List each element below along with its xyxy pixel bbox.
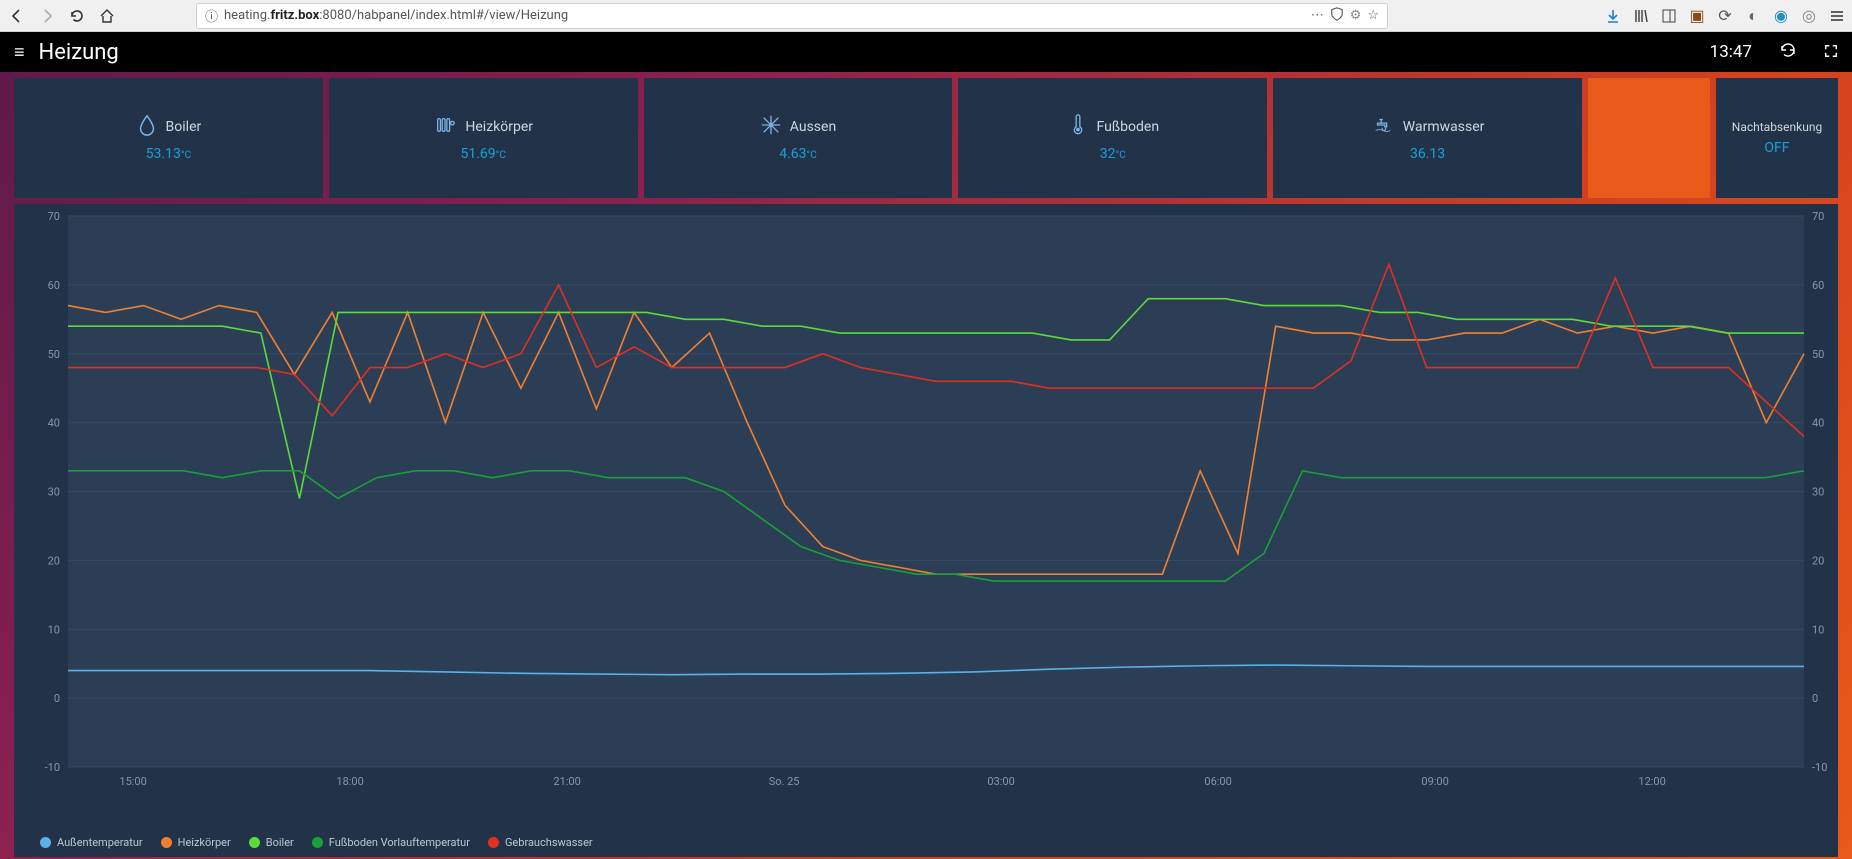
svg-text:-10: -10 bbox=[45, 761, 60, 774]
browser-chrome: ⓘ heating.fritz.box:8080/habpanel/index.… bbox=[0, 0, 1852, 32]
legend-dot-icon bbox=[488, 837, 499, 848]
tile-spacer-orange bbox=[1588, 78, 1710, 198]
home-button[interactable] bbox=[96, 5, 118, 27]
legend-label: Gebrauchswasser bbox=[505, 836, 593, 849]
drop-icon bbox=[136, 114, 158, 140]
svg-text:So. 25: So. 25 bbox=[769, 775, 800, 788]
sidebar-icon[interactable] bbox=[1660, 7, 1678, 25]
ext-icon-1[interactable]: ▣ bbox=[1688, 7, 1706, 25]
faucet-icon bbox=[1371, 114, 1395, 140]
legend-label: Boiler bbox=[266, 836, 294, 849]
hamburger-icon[interactable]: ≡ bbox=[14, 42, 25, 63]
legend-item[interactable]: Fußboden Vorlauftemperatur bbox=[312, 836, 470, 849]
tile-label: Aussen bbox=[790, 119, 836, 135]
svg-text:06:00: 06:00 bbox=[1204, 775, 1231, 788]
legend-dot-icon bbox=[40, 837, 51, 848]
svg-text:70: 70 bbox=[1812, 210, 1824, 223]
ext-icon-4[interactable]: ◉ bbox=[1772, 7, 1790, 25]
legend-item[interactable]: Heizkörper bbox=[161, 836, 231, 849]
download-icon[interactable] bbox=[1604, 7, 1622, 25]
legend-label: Heizkörper bbox=[178, 836, 231, 849]
legend-dot-icon bbox=[312, 837, 323, 848]
reload-button[interactable] bbox=[66, 5, 88, 27]
legend-item[interactable]: Boiler bbox=[249, 836, 294, 849]
svg-text:0: 0 bbox=[1812, 692, 1818, 705]
tile-value: 32°C bbox=[1100, 146, 1126, 162]
svg-text:40: 40 bbox=[1812, 417, 1824, 430]
tile-warmwasser[interactable]: Warmwasser 36.13 bbox=[1273, 78, 1582, 198]
snowflake-icon bbox=[760, 114, 782, 140]
header-bar: ≡ Heizung 13:47 bbox=[0, 32, 1852, 72]
svg-text:12:00: 12:00 bbox=[1638, 775, 1665, 788]
tile-label: Warmwasser bbox=[1403, 119, 1485, 135]
svg-text:60: 60 bbox=[1812, 279, 1824, 292]
ext-icon-2[interactable]: ⟳ bbox=[1716, 7, 1734, 25]
tiles-row: Boiler 53.13°C Heizkörper 51.69°C Aussen… bbox=[0, 72, 1852, 204]
radiator-icon bbox=[433, 114, 457, 140]
tile-boiler[interactable]: Boiler 53.13°C bbox=[14, 78, 323, 198]
ext-icon-5[interactable]: ◎ bbox=[1800, 7, 1818, 25]
svg-text:50: 50 bbox=[1812, 348, 1824, 361]
tile-heizkoerper[interactable]: Heizkörper 51.69°C bbox=[329, 78, 638, 198]
svg-text:21:00: 21:00 bbox=[553, 775, 580, 788]
svg-text:0: 0 bbox=[54, 692, 60, 705]
tile-fussboden[interactable]: Fußboden 32°C bbox=[958, 78, 1267, 198]
legend-dot-icon bbox=[161, 837, 172, 848]
tile-value: 53.13°C bbox=[146, 146, 191, 162]
menu-icon[interactable] bbox=[1828, 7, 1846, 25]
chart-svg[interactable]: -10 -10 0 0 10 10 20 20 30 30 40 40 50 50 60 60 70 70 15:0… bbox=[14, 204, 1838, 857]
legend-dot-icon bbox=[249, 837, 260, 848]
svg-text:15:00: 15:00 bbox=[119, 775, 146, 788]
tile-label: Nachtabsenkung bbox=[1728, 120, 1826, 134]
header-clock: 13:47 bbox=[1710, 42, 1752, 62]
chart-legend: Außentemperatur Heizkörper Boiler Fußboden … bbox=[40, 836, 593, 849]
tile-value: OFF bbox=[1764, 140, 1789, 156]
svg-text:70: 70 bbox=[48, 210, 60, 223]
svg-text:10: 10 bbox=[48, 623, 60, 636]
legend-item[interactable]: Außentemperatur bbox=[40, 836, 143, 849]
tile-value: 51.69°C bbox=[460, 146, 505, 162]
svg-text:20: 20 bbox=[1812, 554, 1824, 567]
svg-text:-10: -10 bbox=[1812, 761, 1827, 774]
tile-value: 4.63°C bbox=[779, 146, 817, 162]
url-bar[interactable]: ⓘ heating.fritz.box:8080/habpanel/index.… bbox=[196, 3, 1388, 29]
library-icon[interactable] bbox=[1632, 7, 1650, 25]
legend-label: Außentemperatur bbox=[57, 836, 143, 849]
tile-nachtabsenkung[interactable]: Nachtabsenkung OFF bbox=[1716, 78, 1838, 198]
svg-text:60: 60 bbox=[48, 279, 60, 292]
gear-icon[interactable]: ⚙ bbox=[1350, 8, 1362, 23]
svg-text:40: 40 bbox=[48, 417, 60, 430]
forward-button[interactable] bbox=[36, 5, 58, 27]
svg-text:30: 30 bbox=[48, 486, 60, 499]
svg-text:18:00: 18:00 bbox=[336, 775, 363, 788]
more-icon[interactable]: ⋯ bbox=[1311, 8, 1324, 23]
back-button[interactable] bbox=[6, 5, 28, 27]
fullscreen-icon[interactable] bbox=[1824, 43, 1838, 62]
tile-label: Fußboden bbox=[1097, 119, 1160, 135]
thermo-icon bbox=[1067, 114, 1089, 140]
svg-text:09:00: 09:00 bbox=[1421, 775, 1448, 788]
toolbar-icons: ▣ ⟳ ◐ ◉ ◎ bbox=[1604, 7, 1846, 25]
info-icon: ⓘ bbox=[205, 6, 218, 25]
svg-text:10: 10 bbox=[1812, 623, 1824, 636]
page-title: Heizung bbox=[39, 40, 119, 65]
shield-icon[interactable] bbox=[1330, 7, 1344, 25]
bookmark-star-icon[interactable]: ☆ bbox=[1367, 8, 1379, 23]
svg-text:50: 50 bbox=[48, 348, 60, 361]
url-text: heating.fritz.box:8080/habpanel/index.ht… bbox=[224, 8, 1305, 23]
tile-label: Boiler bbox=[166, 119, 202, 135]
tile-aussen[interactable]: Aussen 4.63°C bbox=[644, 78, 953, 198]
refresh-icon[interactable] bbox=[1780, 42, 1796, 62]
tile-label: Heizkörper bbox=[465, 119, 533, 135]
svg-text:30: 30 bbox=[1812, 486, 1824, 499]
legend-item[interactable]: Gebrauchswasser bbox=[488, 836, 593, 849]
ext-icon-3[interactable]: ◐ bbox=[1744, 7, 1762, 25]
svg-text:20: 20 bbox=[48, 554, 60, 567]
tile-value: 36.13 bbox=[1410, 146, 1445, 162]
svg-text:03:00: 03:00 bbox=[987, 775, 1014, 788]
legend-label: Fußboden Vorlauftemperatur bbox=[329, 836, 470, 849]
chart-panel: -10 -10 0 0 10 10 20 20 30 30 40 40 50 50 60 60 70 70 15:0… bbox=[14, 204, 1838, 857]
